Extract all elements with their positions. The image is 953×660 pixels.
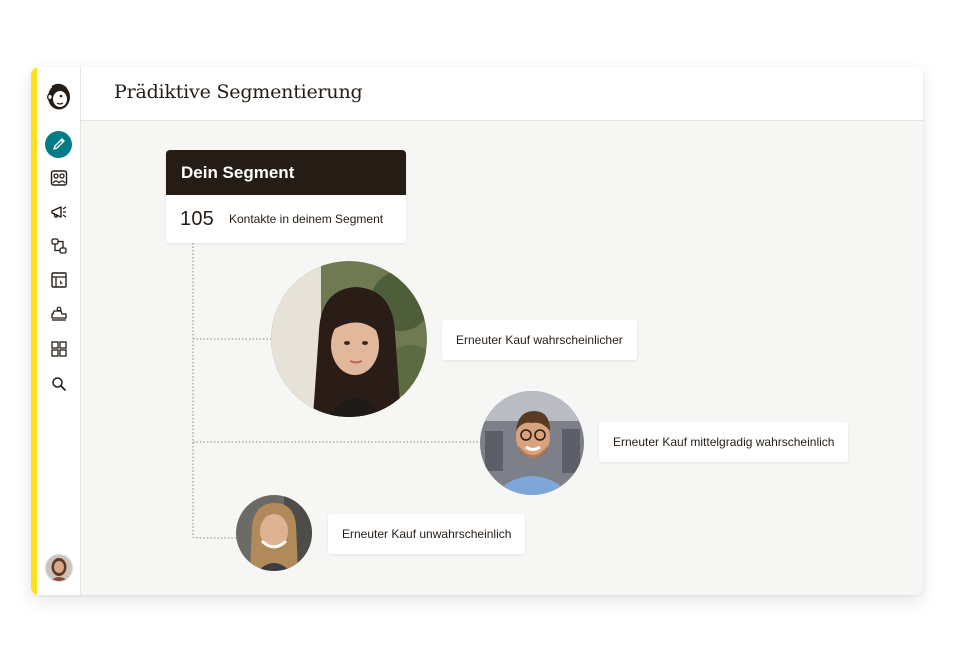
sidebar-item-create[interactable] xyxy=(37,130,80,158)
grid-icon xyxy=(50,341,67,357)
prediction-label-unlikely[interactable]: Erneuter Kauf unwahrscheinlich xyxy=(328,514,526,554)
megaphone-icon xyxy=(50,206,66,218)
audience-icon xyxy=(50,170,67,186)
sidebar-item-automations[interactable] xyxy=(37,232,80,260)
search-icon xyxy=(51,377,66,391)
app-window: Prädiktive Segmentierung Dein Segment 10… xyxy=(31,67,923,595)
website-icon xyxy=(50,272,67,288)
segment-card-title: Dein Segment xyxy=(166,150,406,195)
sidebar-item-content[interactable] xyxy=(37,300,80,328)
sidebar xyxy=(37,67,81,595)
segment-contact-count: 105 xyxy=(180,207,214,230)
pencil-icon xyxy=(45,130,72,158)
segment-card-body: 105 Kontakte in deinem Segment xyxy=(166,195,406,243)
contact-photo-medium xyxy=(480,391,584,495)
page-title: Prädiktive Segmentierung xyxy=(114,81,363,103)
segment-card[interactable]: Dein Segment 105 Kontakte in deinem Segm… xyxy=(166,150,406,243)
sidebar-item-campaigns[interactable] xyxy=(37,198,80,226)
prediction-label-likely[interactable]: Erneuter Kauf wahrscheinlicher xyxy=(442,320,637,360)
page-header: Prädiktive Segmentierung xyxy=(81,67,923,121)
contact-photo-unlikely xyxy=(236,495,312,571)
sidebar-item-integrations[interactable] xyxy=(37,335,80,363)
user-avatar[interactable] xyxy=(45,554,73,582)
contact-photo-likely xyxy=(271,261,427,417)
mailchimp-logo-icon[interactable] xyxy=(44,81,74,113)
content-studio-icon xyxy=(50,306,67,321)
segment-contact-count-label: Kontakte in deinem Segment xyxy=(228,212,384,226)
sidebar-item-search[interactable] xyxy=(37,370,80,398)
sidebar-item-audience[interactable] xyxy=(37,164,80,192)
prediction-label-medium[interactable]: Erneuter Kauf mittelgradig wahrscheinlic… xyxy=(599,422,849,462)
sidebar-item-website[interactable] xyxy=(37,266,80,294)
automation-flow-icon xyxy=(50,238,67,254)
